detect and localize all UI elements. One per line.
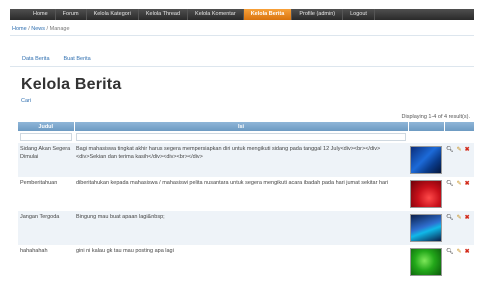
nav-profile[interactable]: Profile (admin) (292, 9, 344, 20)
news-table: Judul Isi Sidang Akan Segera Dimulai Bag… (18, 122, 475, 279)
pencil-icon[interactable]: ✎ (457, 215, 462, 223)
cell-isi: diberitahukan kepada mahasiswa / mahasis… (74, 177, 408, 211)
sub-menu: Data Berita Buat Berita (22, 56, 91, 62)
nav-kelola-kategori[interactable]: Kelola Kategori (87, 9, 139, 20)
red-abstract-image (410, 180, 442, 208)
search-link[interactable]: Cari (21, 98, 31, 104)
breadcrumb-news[interactable]: News (31, 26, 45, 32)
divider (10, 66, 474, 67)
nav-kelola-berita[interactable]: Kelola Berita (243, 9, 293, 20)
filter-judul-input[interactable] (20, 133, 72, 141)
cell-judul: Jangan Tergoda (18, 211, 74, 245)
blue-abstract-image (410, 146, 442, 174)
cell-isi: Bingung mau buat apaan lagi&nbsp; (74, 211, 408, 245)
table-row: Sidang Akan Segera Dimulai Bagi mahasisw… (18, 143, 474, 177)
column-header-image (408, 122, 445, 131)
cell-judul: Pemberitahuan (18, 177, 74, 211)
table-row: Jangan Tergoda Bingung mau buat apaan la… (18, 211, 474, 245)
magnifier-icon[interactable]: 🔍︎ (446, 215, 454, 223)
nav-home[interactable]: Home (26, 9, 56, 20)
green-orb-image (410, 248, 442, 276)
breadcrumb-home[interactable]: Home (12, 26, 27, 32)
result-summary: Displaying 1-4 of 4 result(s). (401, 114, 470, 120)
magnifier-icon[interactable]: 🔍︎ (446, 181, 454, 189)
top-navigation: Home Forum Kelola Kategori Kelola Thread… (10, 9, 474, 20)
nav-kelola-thread[interactable]: Kelola Thread (139, 9, 189, 20)
pencil-icon[interactable]: ✎ (457, 181, 462, 189)
page-title: Kelola Berita (21, 76, 122, 93)
column-header-actions (444, 122, 475, 131)
cell-judul: Sidang Akan Segera Dimulai (18, 143, 74, 177)
cross-icon[interactable]: ✖ (465, 215, 470, 223)
column-header-judul[interactable]: Judul (18, 122, 75, 131)
tab-data-berita[interactable]: Data Berita (22, 56, 50, 62)
filter-isi-input[interactable] (76, 133, 406, 141)
breadcrumb-current: Manage (49, 26, 70, 32)
nav-kelola-komentar[interactable]: Kelola Komentar (188, 9, 244, 20)
nav-logout[interactable]: Logout (343, 9, 375, 20)
tab-buat-berita[interactable]: Buat Berita (64, 56, 91, 62)
blue-light-image (410, 214, 442, 242)
filter-row (18, 131, 474, 143)
pencil-icon[interactable]: ✎ (457, 249, 462, 257)
page: Home Forum Kelola Kategori Kelola Thread… (10, 0, 475, 284)
magnifier-icon[interactable]: 🔍︎ (446, 147, 454, 155)
nav-forum[interactable]: Forum (56, 9, 87, 20)
cell-isi: Bagi mahasiswa tingkat akhir harus seger… (74, 143, 408, 177)
table-row: Pemberitahuan diberitahukan kepada mahas… (18, 177, 474, 211)
cell-judul: hahahahah (18, 245, 74, 279)
cell-isi: gini ni kalau gk tau mau posting apa lag… (74, 245, 408, 279)
cross-icon[interactable]: ✖ (465, 249, 470, 257)
cross-icon[interactable]: ✖ (465, 147, 470, 155)
table-row: hahahahah gini ni kalau gk tau mau posti… (18, 245, 474, 279)
breadcrumb: Home / News / Manage (10, 24, 474, 36)
pencil-icon[interactable]: ✎ (457, 147, 462, 155)
column-header-isi[interactable]: Isi (74, 122, 409, 131)
cross-icon[interactable]: ✖ (465, 181, 470, 189)
magnifier-icon[interactable]: 🔍︎ (446, 249, 454, 257)
